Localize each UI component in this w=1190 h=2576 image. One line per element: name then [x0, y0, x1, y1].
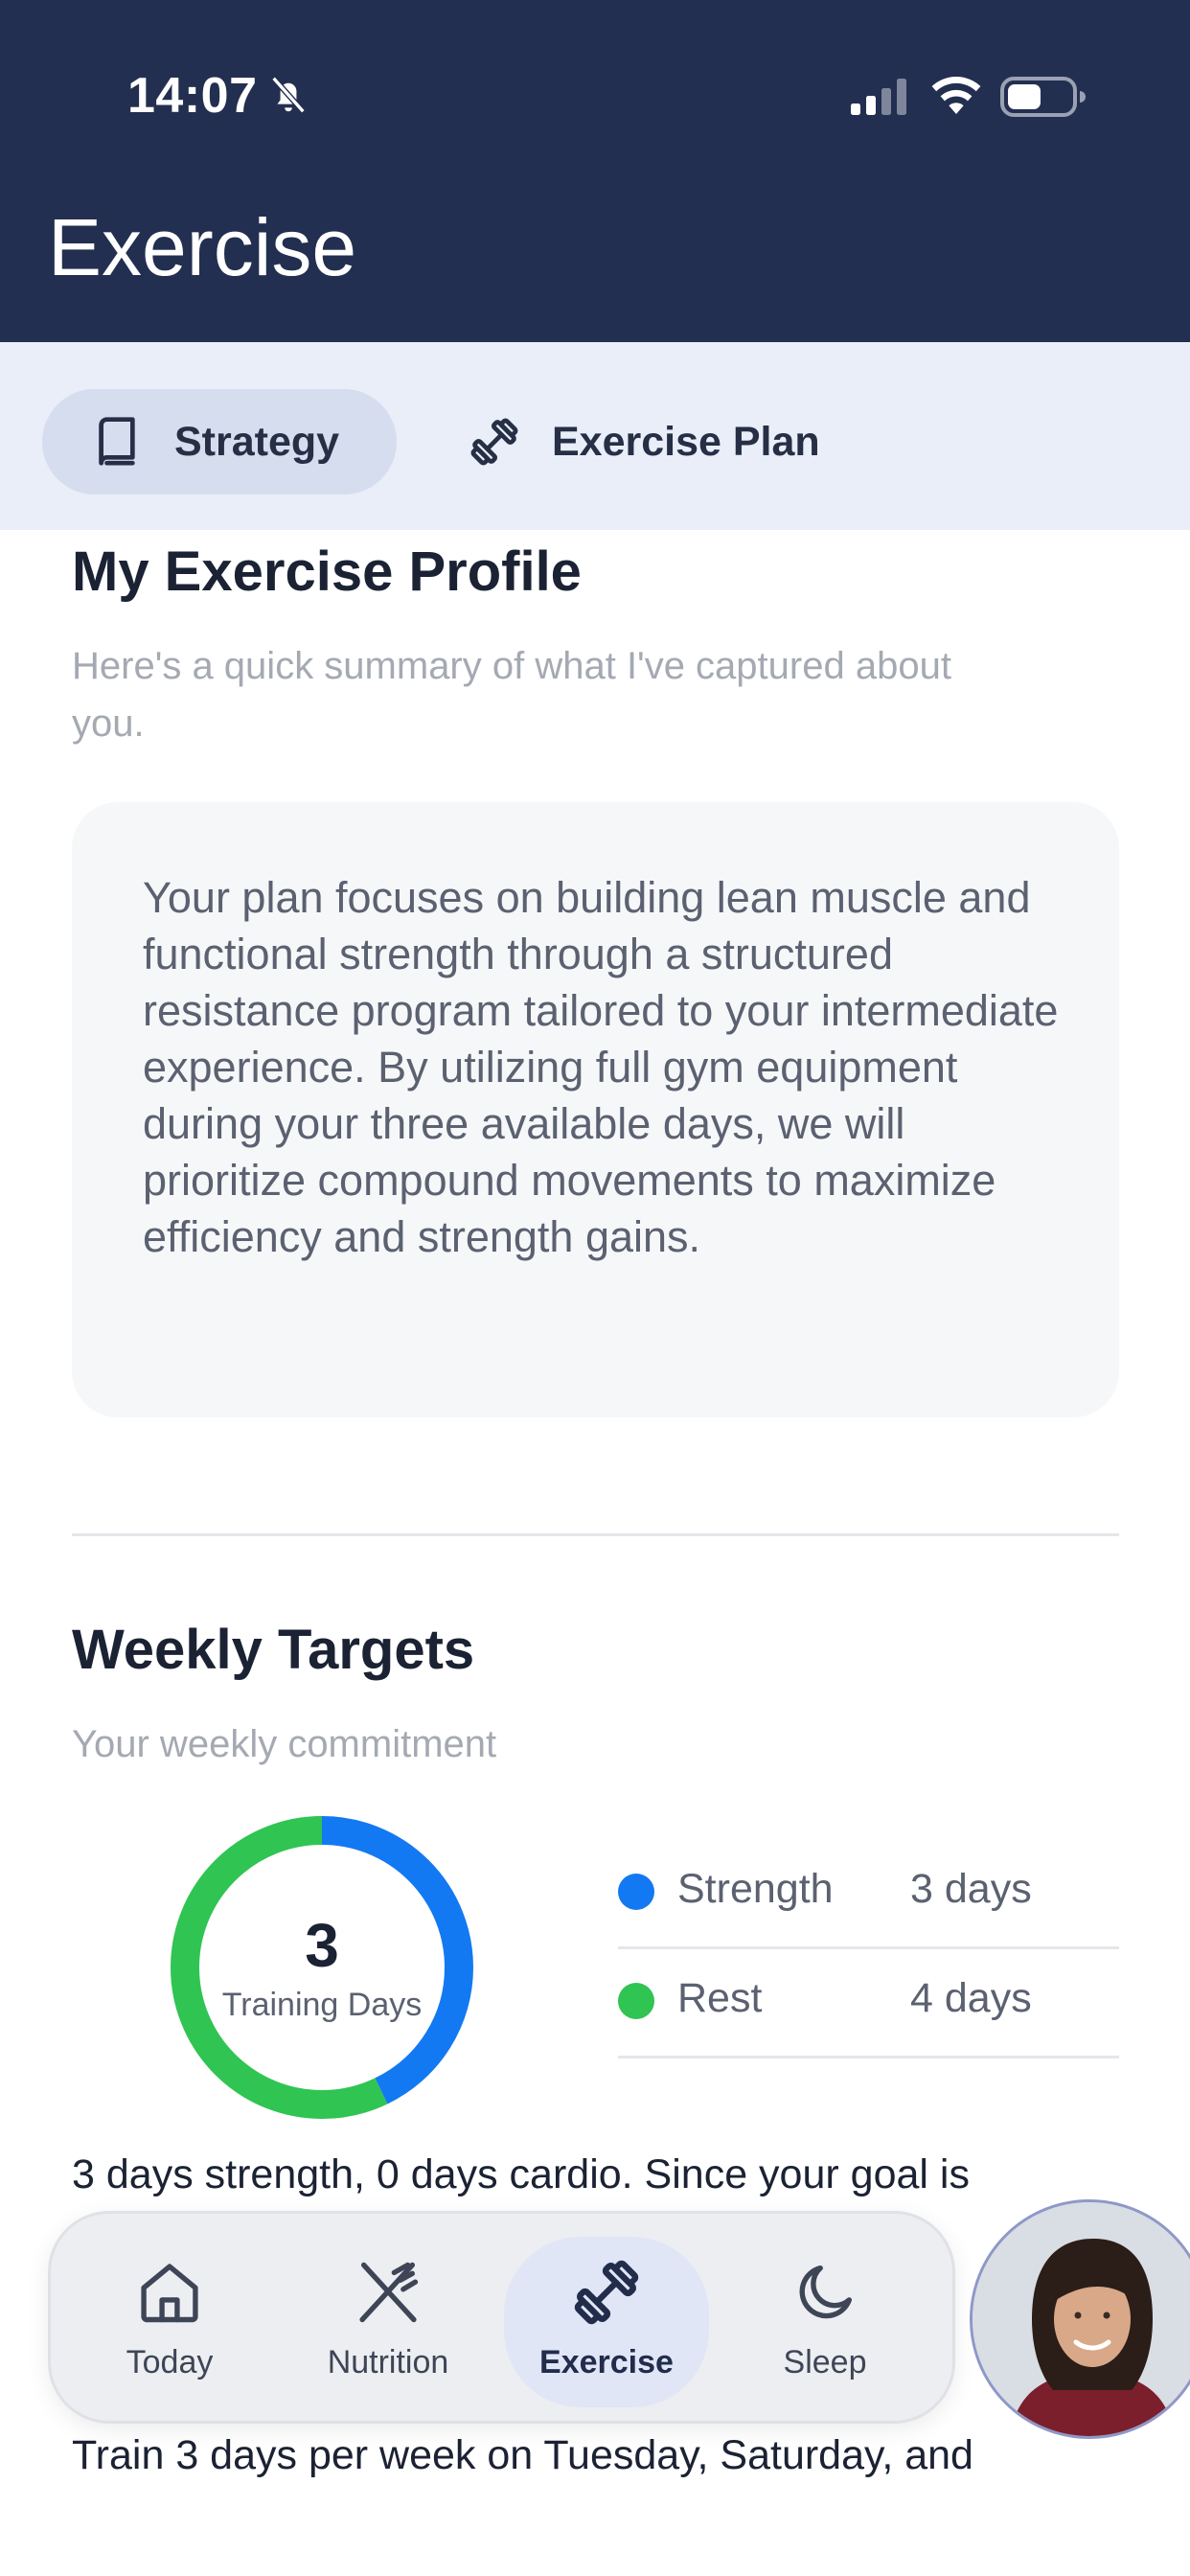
bell-muted-icon: [271, 76, 306, 114]
book-icon: [99, 417, 135, 466]
dumbbell-icon: [470, 418, 518, 466]
wifi-icon: [931, 76, 981, 114]
weekly-targets-title: Weekly Targets: [72, 1619, 475, 1681]
dumbbell-icon: [574, 2260, 639, 2325]
nav-item-exercise[interactable]: Exercise: [504, 2237, 709, 2407]
profile-title: My Exercise Profile: [72, 540, 582, 603]
nav-label-exercise: Exercise: [539, 2344, 674, 2380]
tab-exercise-plan-label: Exercise Plan: [552, 418, 820, 465]
profile-summary-card: Your plan focuses on building lean muscl…: [72, 802, 1119, 1417]
tab-strategy-label: Strategy: [174, 418, 340, 465]
tab-strategy[interactable]: Strategy: [42, 389, 397, 494]
profile-subtitle-line-2: you.: [72, 702, 145, 745]
weekly-targets-schedule: Train 3 days per week on Tuesday, Saturd…: [72, 2432, 973, 2478]
legend-row-rest: Rest 4 days: [618, 1949, 1119, 2058]
moon-icon: [799, 2265, 853, 2319]
profile-subtitle-line-1: Here's a quick summary of what I've capt…: [72, 645, 951, 687]
app-header: 14:07 Exercise: [0, 0, 1190, 342]
legend-name-rest: Rest: [677, 1975, 763, 2021]
nav-label-sleep: Sleep: [783, 2344, 867, 2380]
legend-dot-rest: [618, 1983, 654, 2019]
section-divider: [72, 1533, 1119, 1536]
cellular-signal-icon: [851, 79, 906, 115]
profile-summary-text: Your plan focuses on building lean muscl…: [143, 873, 1059, 1261]
legend-row-strength: Strength 3 days: [618, 1840, 1119, 1949]
battery-icon: [1000, 77, 1086, 117]
coach-avatar[interactable]: [970, 2199, 1190, 2439]
tab-exercise-plan[interactable]: Exercise Plan: [450, 389, 834, 494]
donut-value: 3: [305, 1911, 339, 1980]
bottom-nav: Today Nutrition Exercise Sleep: [48, 2211, 955, 2424]
weekly-targets-subtitle: Your weekly commitment: [72, 1723, 497, 1765]
weekly-targets-description: 3 days strength, 0 days cardio. Since yo…: [72, 2151, 970, 2197]
nav-label-today: Today: [126, 2344, 214, 2380]
segment-tab-bar: Strategy Exercise Plan: [0, 342, 1190, 530]
legend-value-rest: 4 days: [910, 1975, 1032, 2021]
legend-name-strength: Strength: [677, 1866, 834, 1912]
home-icon: [141, 2264, 198, 2323]
legend-dot-strength: [618, 1874, 654, 1910]
legend-value-strength: 3 days: [910, 1866, 1032, 1912]
status-time: 14:07: [127, 68, 258, 124]
donut-label: Training Days: [221, 1987, 423, 2023]
coach-portrait-icon: [973, 2202, 1190, 2436]
nav-item-sleep[interactable]: Sleep: [722, 2237, 927, 2407]
nav-item-today[interactable]: Today: [67, 2237, 272, 2407]
page-title: Exercise: [48, 202, 357, 292]
nav-item-nutrition[interactable]: Nutrition: [286, 2237, 491, 2407]
nav-label-nutrition: Nutrition: [327, 2344, 449, 2380]
fork-knife-icon: [359, 2262, 419, 2323]
